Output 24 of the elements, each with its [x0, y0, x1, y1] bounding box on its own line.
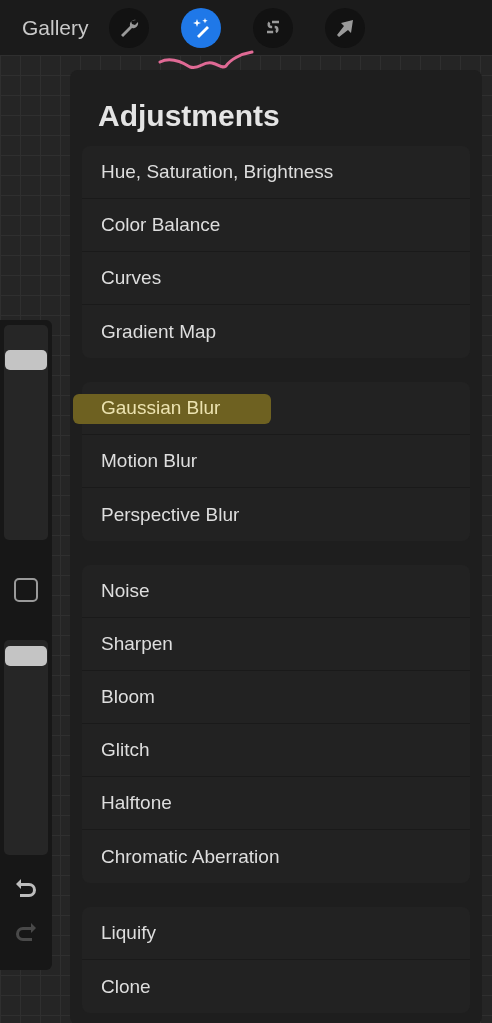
menu-item[interactable]: Noise — [82, 565, 470, 618]
menu-item[interactable]: Clone — [82, 960, 470, 1013]
opacity-slider[interactable] — [4, 640, 48, 855]
menu-item[interactable]: Gradient Map — [82, 305, 470, 358]
menu-item[interactable]: Color Balance — [82, 199, 470, 252]
menu-item[interactable]: Motion Blur — [82, 435, 470, 488]
wand-tool-button[interactable] — [180, 7, 221, 48]
slider-thumb[interactable] — [5, 645, 47, 666]
menu-item[interactable]: Bloom — [82, 671, 470, 724]
menu-item[interactable]: Curves — [82, 252, 470, 305]
menu-item[interactable]: Chromatic Aberration — [82, 830, 470, 883]
menu-item[interactable]: Halftone — [82, 777, 470, 830]
menu-item[interactable]: Perspective Blur — [82, 488, 470, 541]
modify-button[interactable] — [14, 578, 38, 602]
menu-item[interactable]: Glitch — [82, 724, 470, 777]
menu-item[interactable]: Gaussian Blur — [82, 382, 470, 435]
panel-title: Adjustments — [98, 98, 281, 134]
menu-item[interactable]: Sharpen — [82, 618, 470, 671]
menu-item[interactable]: Liquify — [82, 907, 470, 960]
brush-size-slider[interactable] — [4, 325, 48, 540]
undo-icon[interactable] — [14, 877, 38, 899]
slider-thumb[interactable] — [5, 350, 47, 371]
gallery-button[interactable]: Gallery — [22, 15, 89, 40]
menu-item[interactable]: Hue, Saturation, Brightness — [82, 146, 470, 199]
